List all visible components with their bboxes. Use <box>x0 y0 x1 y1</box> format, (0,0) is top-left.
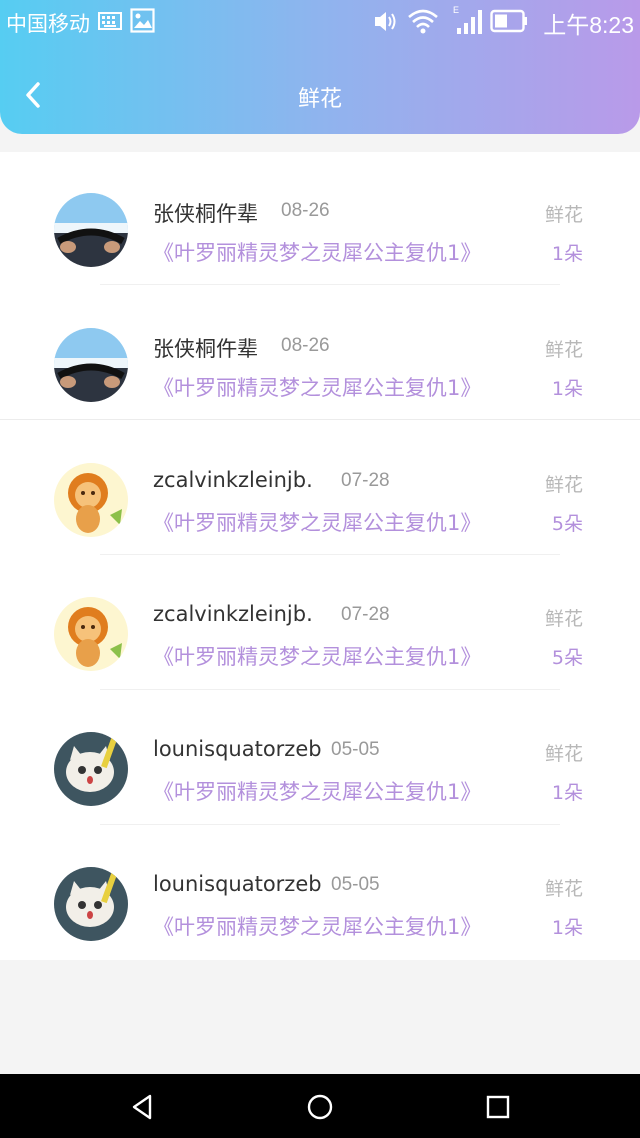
gift-type-label: 鲜花 <box>544 204 583 226</box>
clock-time: 上午8:23 <box>543 12 634 38</box>
book-title-link[interactable]: 《叶罗丽精灵梦之灵犀公主复仇1》 <box>153 372 481 402</box>
user-name: 张侠桐仵辈 <box>153 202 258 226</box>
image-icon <box>130 8 155 33</box>
gift-date: 05-05 <box>331 874 380 895</box>
nav-home-icon[interactable] <box>305 1092 335 1122</box>
list-item[interactable]: 张侠桐仵辈 08-26 鲜花 《叶罗丽精灵梦之灵犀公主复仇1》 1朵 <box>0 152 640 287</box>
nav-back-icon[interactable] <box>128 1092 158 1122</box>
gift-quantity: 5朵 <box>551 513 583 535</box>
gift-type-label: 鲜花 <box>544 743 583 765</box>
book-title-link[interactable]: 《叶罗丽精灵梦之灵犀公主复仇1》 <box>153 237 481 267</box>
header-bar: 中国移动 E 上午8:23 鲜花 <box>0 0 640 134</box>
user-name: 张侠桐仵辈 <box>153 337 258 361</box>
svg-text:E: E <box>453 5 459 15</box>
user-name: lounisquatorzeb <box>153 737 322 761</box>
car-driving-avatar[interactable] <box>54 328 128 402</box>
gift-date: 08-26 <box>281 335 330 356</box>
carrier-label: 中国移动 <box>6 13 90 36</box>
car-driving-avatar[interactable] <box>54 193 128 267</box>
user-name: zcalvinkzleinjb. <box>153 602 313 626</box>
gift-date: 07-28 <box>341 470 390 491</box>
list-item[interactable]: 张侠桐仵辈 08-26 鲜花 《叶罗丽精灵梦之灵犀公主复仇1》 1朵 <box>0 287 640 422</box>
status-bar: 中国移动 E 上午8:23 <box>0 0 640 44</box>
row-divider <box>0 419 640 420</box>
system-nav-bar <box>0 1074 640 1138</box>
list-item[interactable]: zcalvinkzleinjb. 07-28 鲜花 《叶罗丽精灵梦之灵犀公主复仇… <box>0 422 640 557</box>
battery-icon <box>490 9 527 33</box>
gift-quantity: 5朵 <box>551 647 583 669</box>
signal-icon: E <box>453 5 482 34</box>
gift-quantity: 1朵 <box>551 243 583 265</box>
list-item[interactable]: lounisquatorzeb 05-05 鲜花 《叶罗丽精灵梦之灵犀公主复仇1… <box>0 692 640 827</box>
book-title-link[interactable]: 《叶罗丽精灵梦之灵犀公主复仇1》 <box>153 641 481 671</box>
gift-quantity: 1朵 <box>551 782 583 804</box>
gift-quantity: 1朵 <box>551 378 583 400</box>
cat-cartoon-avatar[interactable] <box>54 867 128 941</box>
list-item[interactable]: zcalvinkzleinjb. 07-28 鲜花 《叶罗丽精灵梦之灵犀公主复仇… <box>0 557 640 692</box>
row-divider <box>100 824 560 825</box>
book-title-link[interactable]: 《叶罗丽精灵梦之灵犀公主复仇1》 <box>153 776 481 806</box>
volume-icon <box>375 12 396 31</box>
row-divider <box>100 554 560 555</box>
gift-type-label: 鲜花 <box>544 608 583 630</box>
gift-type-label: 鲜花 <box>544 878 583 900</box>
gift-type-label: 鲜花 <box>544 339 583 361</box>
user-name: lounisquatorzeb <box>153 872 322 896</box>
page-title: 鲜花 <box>297 87 342 112</box>
row-divider <box>100 284 560 285</box>
gift-date: 08-26 <box>281 200 330 221</box>
nav-recent-icon[interactable] <box>484 1093 512 1121</box>
book-title-link[interactable]: 《叶罗丽精灵梦之灵犀公主复仇1》 <box>153 507 481 537</box>
gift-type-label: 鲜花 <box>544 474 583 496</box>
lion-cartoon-avatar[interactable] <box>54 597 128 671</box>
cat-cartoon-avatar[interactable] <box>54 732 128 806</box>
row-divider <box>100 689 560 690</box>
keyboard-icon <box>98 12 122 30</box>
flower-gift-list: 张侠桐仵辈 08-26 鲜花 《叶罗丽精灵梦之灵犀公主复仇1》 1朵 张侠桐仵辈… <box>0 152 640 960</box>
gift-date: 05-05 <box>331 739 380 760</box>
book-title-link[interactable]: 《叶罗丽精灵梦之灵犀公主复仇1》 <box>153 911 481 941</box>
list-item[interactable]: lounisquatorzeb 05-05 鲜花 《叶罗丽精灵梦之灵犀公主复仇1… <box>0 827 640 962</box>
wifi-icon <box>408 9 438 34</box>
lion-cartoon-avatar[interactable] <box>54 463 128 537</box>
gift-quantity: 1朵 <box>551 917 583 939</box>
user-name: zcalvinkzleinjb. <box>153 468 313 492</box>
gift-date: 07-28 <box>341 604 390 625</box>
